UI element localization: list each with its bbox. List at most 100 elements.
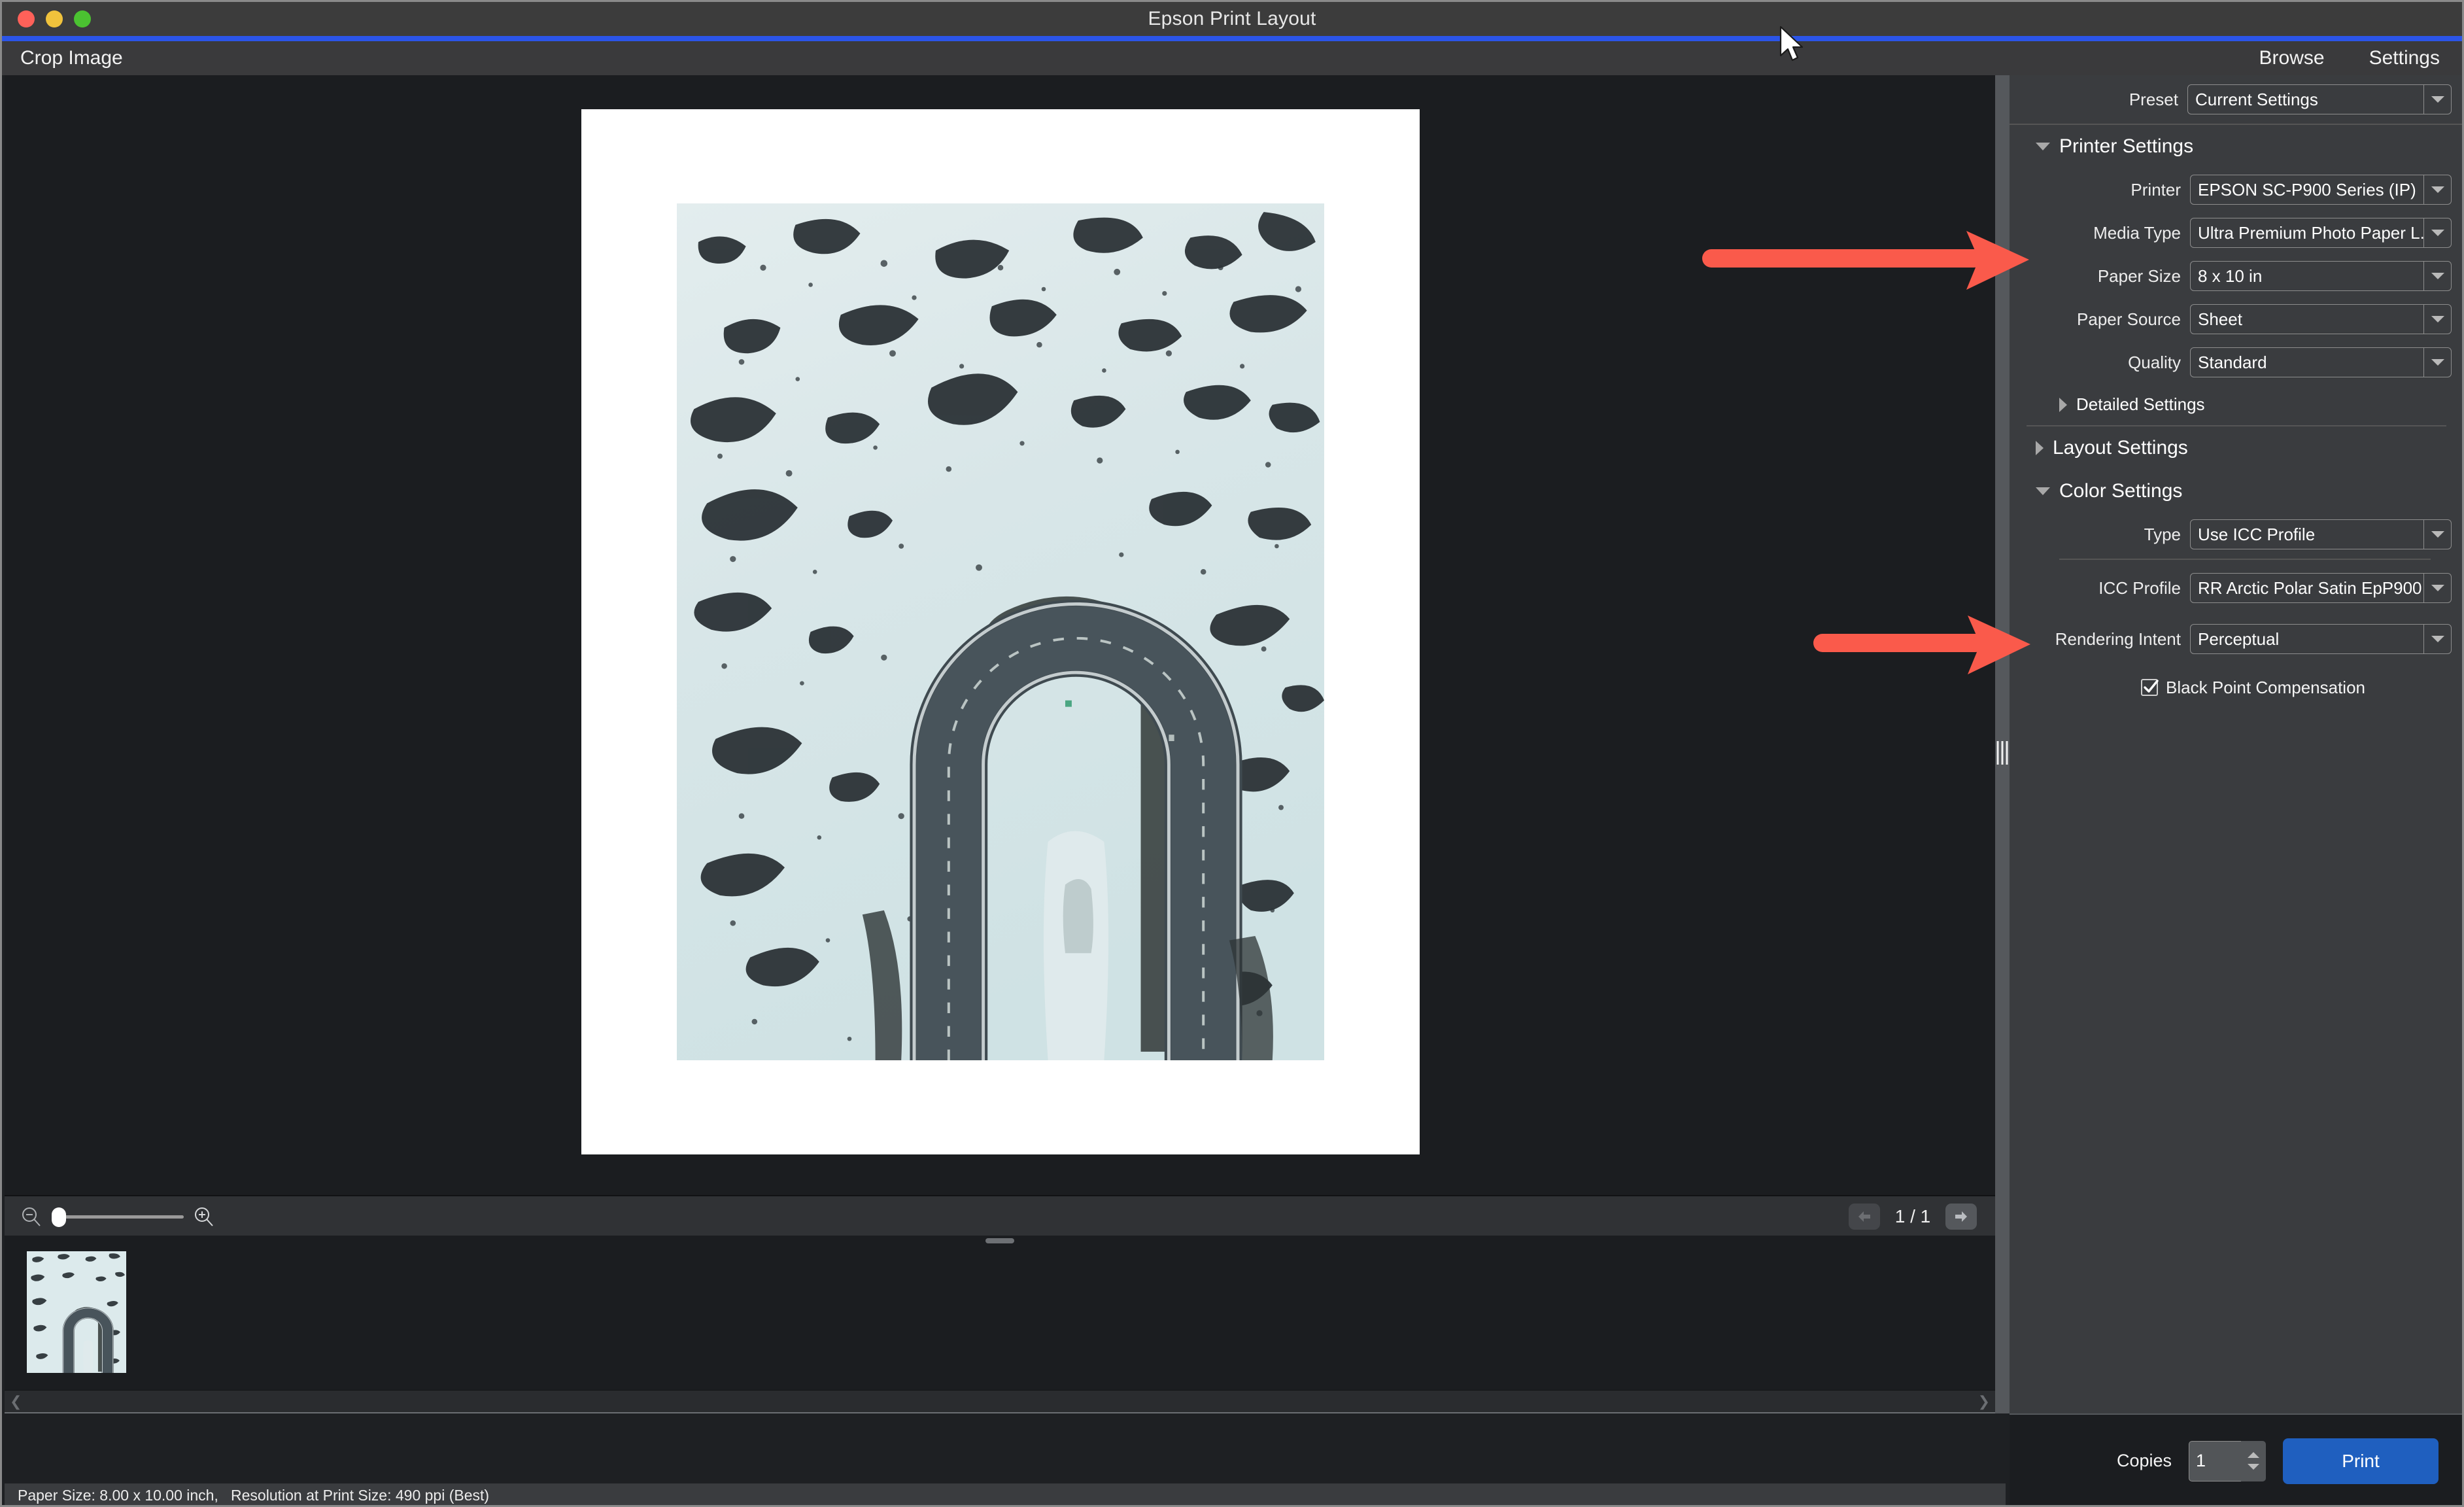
chevron-down-icon[interactable]: [2423, 348, 2451, 377]
printer-value: EPSON SC-P900 Series (IP): [2198, 179, 2416, 199]
minimize-button-icon[interactable]: [46, 10, 63, 27]
zoom-button-icon[interactable]: [74, 10, 91, 27]
paper-size-label: Paper Size: [2097, 266, 2181, 286]
chevron-down-icon[interactable]: [2423, 262, 2451, 290]
thumbnail-horizontal-scrollbar[interactable]: ❮ ❯: [5, 1390, 1995, 1413]
strip-resize-handle[interactable]: [985, 1238, 1014, 1243]
zoom-slider-thumb[interactable]: [52, 1207, 66, 1227]
zoom-slider-track[interactable]: [56, 1215, 184, 1219]
page-thumbnail[interactable]: [27, 1251, 126, 1373]
page-thumbnail-strip[interactable]: [5, 1236, 1995, 1390]
scroll-right-icon[interactable]: ❯: [1973, 1393, 1995, 1410]
media-type-row: Media Type Ultra Premium Photo Paper L..…: [2010, 211, 2462, 254]
quality-select[interactable]: Standard: [2190, 347, 2452, 377]
crop-image-button[interactable]: Crop Image: [20, 47, 123, 69]
chevron-down-icon[interactable]: [2423, 305, 2451, 334]
preset-row: Preset Current Settings: [2010, 75, 2462, 124]
copies-stepper[interactable]: 1: [2189, 1440, 2266, 1481]
stepper-up-icon[interactable]: [2248, 1452, 2259, 1458]
black-point-compensation-row[interactable]: Black Point Compensation: [2010, 668, 2462, 706]
disclosure-triangle-right-icon[interactable]: [2059, 397, 2067, 412]
aerial-snow-road-image: [677, 203, 1324, 1060]
preview-photo[interactable]: [677, 203, 1324, 1060]
black-point-compensation-label: Black Point Compensation: [2166, 677, 2365, 697]
zoom-in-icon[interactable]: [193, 1205, 215, 1228]
media-type-label: Media Type: [2093, 222, 2181, 243]
paper-source-select[interactable]: Sheet: [2190, 304, 2452, 334]
printer-select[interactable]: EPSON SC-P900 Series (IP): [2190, 175, 2452, 205]
status-bar: Paper Size: 8.00 x 10.00 inch, Resolutio…: [5, 1483, 2006, 1505]
quality-label: Quality: [2128, 352, 2181, 372]
media-type-select[interactable]: Ultra Premium Photo Paper L...: [2190, 218, 2452, 248]
preset-select[interactable]: Current Settings: [2187, 84, 2452, 114]
stepper-down-icon[interactable]: [2248, 1464, 2259, 1470]
layout-settings-header[interactable]: Layout Settings: [2010, 426, 2462, 470]
printer-settings-header[interactable]: Printer Settings: [2010, 125, 2462, 168]
epson-print-layout-window: Epson Print Layout Crop Image Browse Set…: [0, 0, 2464, 1507]
paper-size-value: 8 x 10 in: [2198, 266, 2263, 286]
chevron-down-icon[interactable]: [2423, 574, 2451, 602]
app-toolbar: Crop Image Browse Settings: [2, 41, 2462, 75]
detailed-settings-header[interactable]: Detailed Settings: [2010, 384, 2462, 425]
disclosure-triangle-down-icon[interactable]: [2036, 143, 2050, 150]
quality-row: Quality Standard: [2010, 341, 2462, 384]
rendering-intent-value: Perceptual: [2198, 629, 2280, 649]
printer-row: Printer EPSON SC-P900 Series (IP): [2010, 168, 2462, 211]
close-button-icon[interactable]: [18, 10, 35, 27]
preset-label: Preset: [2129, 89, 2178, 109]
paper-source-label: Paper Source: [2077, 309, 2181, 329]
splitter-grip-icon: [1996, 741, 2008, 765]
color-type-select[interactable]: Use ICC Profile: [2190, 519, 2452, 549]
icc-profile-row: ICC Profile RR Arctic Polar Satin EpP900: [2010, 566, 2462, 610]
icc-profile-select[interactable]: RR Arctic Polar Satin EpP900: [2190, 573, 2452, 603]
color-settings-title: Color Settings: [2059, 480, 2183, 502]
icc-profile-label: ICC Profile: [2098, 578, 2181, 598]
copies-spin-buttons[interactable]: [2241, 1440, 2266, 1481]
next-page-button[interactable]: [1945, 1204, 1977, 1230]
page-indicator: 1 / 1: [1894, 1206, 1931, 1226]
detailed-settings-title: Detailed Settings: [2076, 394, 2205, 414]
print-preview-canvas[interactable]: [5, 75, 1995, 1195]
copies-input[interactable]: 1: [2189, 1440, 2241, 1481]
chevron-down-icon[interactable]: [2423, 520, 2451, 549]
chevron-down-icon[interactable]: [2423, 218, 2451, 247]
thumbnail-aerial-snow-road-image: [27, 1251, 126, 1373]
color-type-row: Type Use ICC Profile: [2010, 513, 2462, 556]
chevron-down-icon[interactable]: [2423, 175, 2451, 204]
paper-source-row: Paper Source Sheet: [2010, 298, 2462, 341]
rendering-intent-row: Rendering Intent Perceptual: [2010, 610, 2462, 668]
status-text: Paper Size: 8.00 x 10.00 inch, Resolutio…: [18, 1486, 490, 1504]
window-titlebar: Epson Print Layout: [2, 2, 2462, 36]
paper-size-row: Paper Size 8 x 10 in: [2010, 254, 2462, 298]
chevron-down-icon[interactable]: [2423, 85, 2451, 114]
print-footer: Copies 1 Print: [2010, 1413, 2462, 1505]
quality-value: Standard: [2198, 352, 2267, 372]
print-button[interactable]: Print: [2283, 1438, 2438, 1484]
layout-settings-title: Layout Settings: [2053, 437, 2188, 459]
paper-source-value: Sheet: [2198, 309, 2242, 329]
scroll-left-icon[interactable]: ❮: [5, 1393, 27, 1410]
media-type-value: Ultra Premium Photo Paper L...: [2198, 222, 2423, 243]
paper-size-select[interactable]: 8 x 10 in: [2190, 261, 2452, 291]
disclosure-triangle-down-icon[interactable]: [2036, 487, 2050, 495]
preset-value: Current Settings: [2195, 89, 2318, 109]
zoom-out-icon[interactable]: [20, 1205, 43, 1228]
preview-zoom-bar: 1 / 1: [5, 1195, 1995, 1236]
browse-button[interactable]: Browse: [2259, 47, 2325, 69]
disclosure-triangle-right-icon[interactable]: [2036, 441, 2044, 455]
panel-splitter[interactable]: [1995, 75, 2010, 1413]
printer-label: Printer: [2130, 179, 2181, 199]
black-point-compensation-checkbox[interactable]: [2141, 679, 2159, 696]
paper-sheet: [581, 109, 1420, 1154]
settings-button[interactable]: Settings: [2369, 47, 2440, 69]
chevron-down-icon[interactable]: [2423, 625, 2451, 653]
printer-settings-title: Printer Settings: [2059, 135, 2194, 157]
rendering-intent-label: Rendering Intent: [2055, 629, 2181, 649]
color-settings-header[interactable]: Color Settings: [2010, 470, 2462, 513]
icc-profile-value: RR Arctic Polar Satin EpP900: [2198, 578, 2422, 598]
color-type-value: Use ICC Profile: [2198, 524, 2316, 544]
settings-panel: Preset Current Settings Printer Settings…: [2010, 75, 2462, 1413]
rendering-intent-select[interactable]: Perceptual: [2190, 624, 2452, 654]
mouse-cursor: [1779, 26, 1804, 61]
previous-page-button[interactable]: [1849, 1204, 1880, 1230]
